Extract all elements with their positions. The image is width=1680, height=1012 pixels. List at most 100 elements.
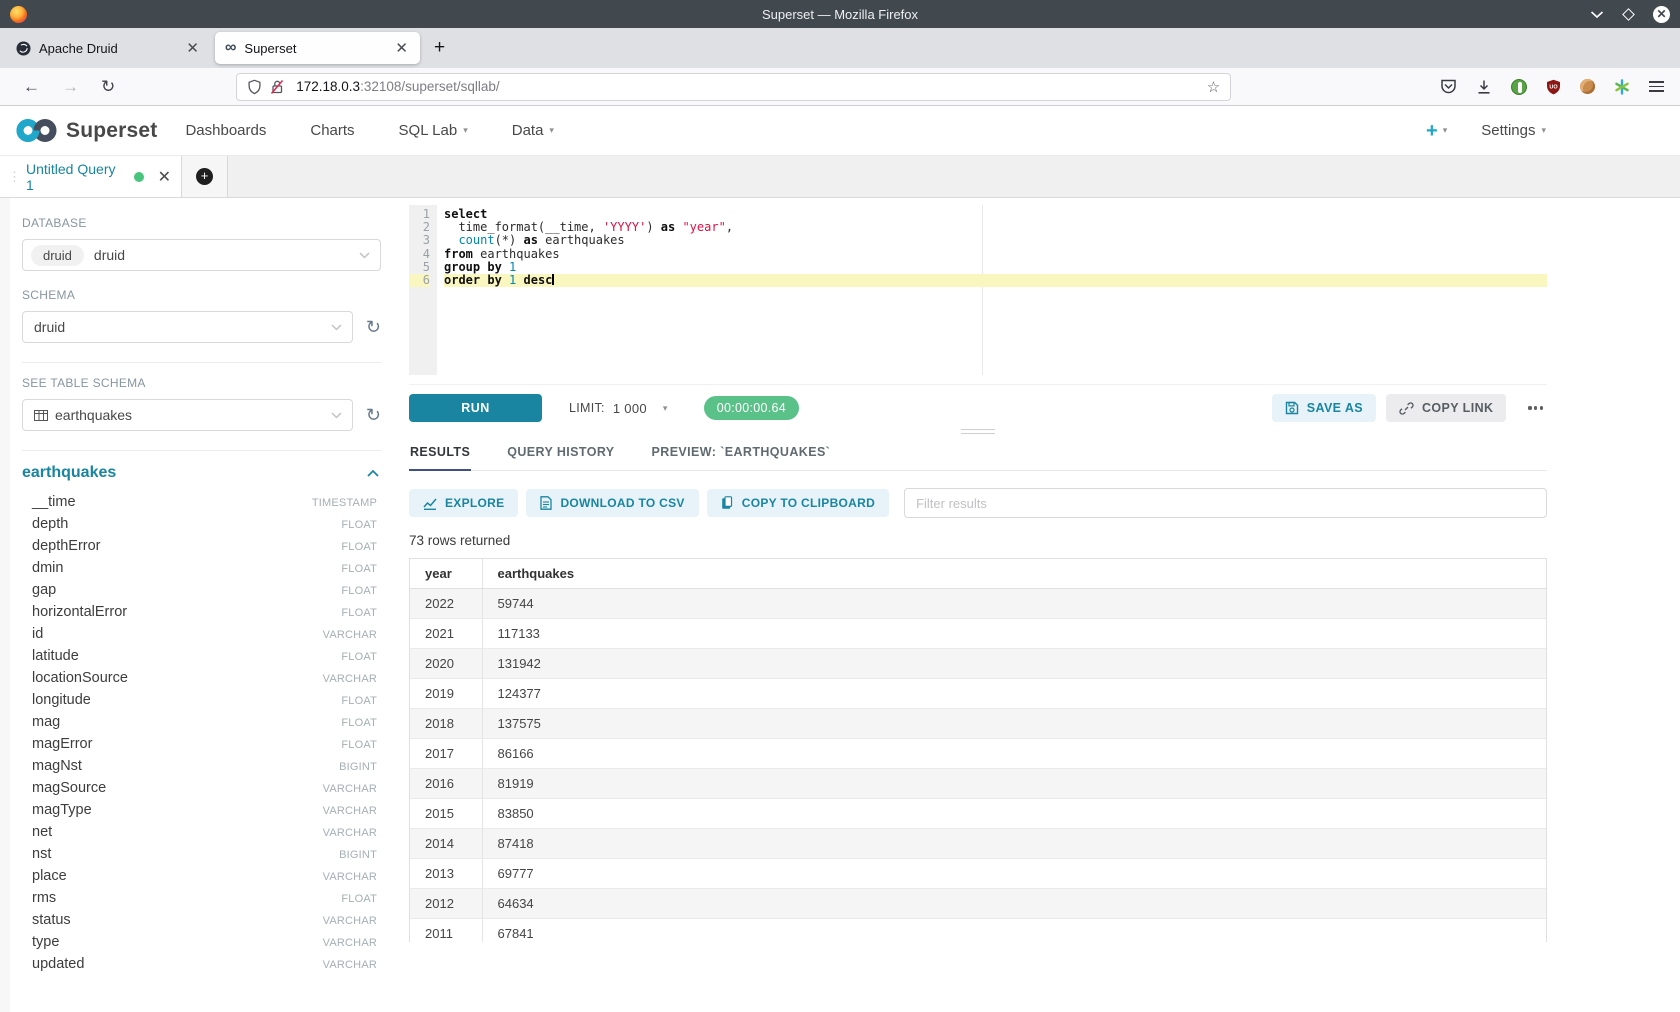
- table-cell: 2022: [410, 588, 482, 618]
- table-cell: 2013: [410, 858, 482, 888]
- line-number: 3: [409, 234, 430, 247]
- superset-navbar: Superset Dashboards Charts SQL Lab▾ Data▾ +…: [0, 106, 1680, 156]
- shield-icon[interactable]: [247, 79, 262, 95]
- schema-select[interactable]: druid: [22, 311, 353, 343]
- column-name: type: [32, 934, 59, 950]
- editor-code[interactable]: select time_format(__time, 'YYYY') as "y…: [437, 205, 1547, 375]
- query-tab-untitled-query-1[interactable]: ⋮ Untitled Query 1 ✕: [0, 156, 182, 197]
- run-button[interactable]: RUN: [409, 394, 542, 422]
- caret-down-icon: ▾: [463, 125, 468, 136]
- tab-close-icon[interactable]: ✕: [184, 39, 201, 57]
- filter-results-input[interactable]: [904, 488, 1547, 518]
- column-row: depthErrorFLOAT: [22, 535, 381, 557]
- privacy-badger-icon[interactable]: [1511, 79, 1527, 95]
- url-path: :32108/superset/sqllab/: [360, 79, 500, 94]
- tab-close-icon[interactable]: ✕: [393, 39, 410, 57]
- column-type: FLOAT: [341, 585, 377, 597]
- download-csv-button[interactable]: DOWNLOAD TO CSV: [526, 489, 698, 517]
- query-tab-close-icon[interactable]: ✕: [158, 167, 171, 187]
- column-header-earthquakes[interactable]: earthquakes: [482, 559, 1546, 588]
- superset-brand[interactable]: Superset: [14, 117, 157, 144]
- window-minimize-icon[interactable]: [1590, 10, 1604, 19]
- table-cell: 86166: [482, 738, 1546, 768]
- results-header-row: yearearthquakes: [410, 559, 1546, 588]
- table-row: 2020131942: [410, 648, 1546, 678]
- browser-tab-superset[interactable]: ∞ Superset ✕: [215, 32, 420, 64]
- back-button[interactable]: ←: [12, 77, 51, 97]
- limit-dropdown[interactable]: LIMIT: 1 000 ▾: [569, 401, 668, 416]
- save-icon: [1285, 401, 1299, 415]
- reload-button[interactable]: ↻: [90, 77, 126, 97]
- column-type: FLOAT: [341, 541, 377, 553]
- sql-editor[interactable]: 123456 select time_format(__time, 'YYYY'…: [409, 205, 1547, 375]
- column-name: updated: [32, 956, 84, 972]
- copy-link-button[interactable]: COPY LINK: [1386, 394, 1506, 422]
- column-row: idVARCHAR: [22, 623, 381, 645]
- copy-to-clipboard-button[interactable]: COPY TO CLIPBOARD: [707, 489, 889, 517]
- nav-item-data[interactable]: Data▾: [512, 122, 554, 139]
- column-name: magSource: [32, 780, 106, 796]
- column-type: BIGINT: [339, 761, 377, 773]
- file-icon: [540, 496, 552, 510]
- tab-results[interactable]: RESULTS: [409, 436, 471, 471]
- url-bar[interactable]: 172.18.0.3:32108/superset/sqllab/ ☆: [236, 73, 1231, 101]
- menu-icon[interactable]: [1649, 81, 1664, 92]
- screen: Superset — Mozilla Firefox ✕ Apache Drui…: [0, 0, 1680, 1012]
- table-row: 201167841: [410, 918, 1546, 942]
- divider: [22, 450, 381, 451]
- column-name: rms: [32, 890, 56, 906]
- window-close-icon[interactable]: ✕: [1653, 6, 1670, 23]
- forward-button[interactable]: →: [51, 77, 90, 97]
- add-new-button[interactable]: + ▾: [1426, 122, 1447, 140]
- table-select[interactable]: earthquakes: [22, 399, 353, 431]
- query-status-dot: [134, 172, 144, 182]
- refresh-table-icon[interactable]: ↻: [366, 406, 381, 424]
- url-text[interactable]: 172.18.0.3:32108/superset/sqllab/: [296, 79, 1207, 94]
- pane-resize-handle[interactable]: [961, 429, 995, 434]
- ublock-icon[interactable]: UO: [1546, 79, 1561, 95]
- table-row: 201681919: [410, 768, 1546, 798]
- text-cursor: [552, 274, 554, 285]
- tab-preview-earthquakes[interactable]: PREVIEW: `EARTHQUAKES`: [651, 436, 832, 471]
- table-row: 2019124377: [410, 678, 1546, 708]
- column-header-year[interactable]: year: [410, 559, 482, 588]
- chevron-down-icon: [359, 252, 370, 259]
- add-query-tab-button[interactable]: +: [182, 156, 228, 197]
- browser-tab-apache-druid[interactable]: Apache Druid ✕: [6, 32, 211, 64]
- column-name: locationSource: [32, 670, 128, 686]
- tab-query-history[interactable]: QUERY HISTORY: [506, 436, 615, 471]
- code-line: count(*) as earthquakes: [444, 234, 1547, 247]
- column-name: id: [32, 626, 43, 642]
- nav-item-dashboards[interactable]: Dashboards: [185, 122, 266, 139]
- window-maximize-icon[interactable]: [1622, 8, 1635, 21]
- column-name: latitude: [32, 648, 79, 664]
- tab-stash-icon[interactable]: [1614, 79, 1630, 95]
- settings-menu[interactable]: Settings ▾: [1481, 122, 1546, 139]
- column-name: dmin: [32, 560, 63, 576]
- new-tab-button[interactable]: +: [424, 37, 455, 59]
- save-as-button[interactable]: SAVE AS: [1272, 394, 1376, 422]
- collapse-chevron-icon[interactable]: [367, 470, 379, 477]
- nav-item-charts[interactable]: Charts: [310, 122, 354, 139]
- sqllab-sidebar: DATABASE druid druid SCHEMA druid: [10, 198, 395, 1012]
- divider: [22, 362, 381, 363]
- database-select[interactable]: druid druid: [22, 239, 381, 271]
- more-options-icon[interactable]: [1524, 400, 1547, 415]
- column-row: placeVARCHAR: [22, 865, 381, 887]
- pocket-icon[interactable]: [1440, 79, 1457, 94]
- column-row: horizontalErrorFLOAT: [22, 601, 381, 623]
- column-row: rmsFLOAT: [22, 887, 381, 909]
- nav-item-sql-lab[interactable]: SQL Lab▾: [399, 122, 468, 139]
- insecure-lock-icon[interactable]: [270, 79, 284, 95]
- cookie-icon[interactable]: [1580, 79, 1595, 94]
- bookmark-star-icon[interactable]: ☆: [1207, 78, 1220, 96]
- explore-button[interactable]: EXPLORE: [409, 489, 518, 517]
- limit-label: LIMIT:: [569, 401, 605, 415]
- limit-value: 1 000: [613, 401, 647, 416]
- downloads-icon[interactable]: [1476, 79, 1492, 95]
- table-row: 2018137575: [410, 708, 1546, 738]
- refresh-schema-icon[interactable]: ↻: [366, 318, 381, 336]
- elapsed-timer-badge: 00:00:00.64: [704, 396, 799, 420]
- column-row: statusVARCHAR: [22, 909, 381, 931]
- tab-title: Superset: [244, 41, 393, 56]
